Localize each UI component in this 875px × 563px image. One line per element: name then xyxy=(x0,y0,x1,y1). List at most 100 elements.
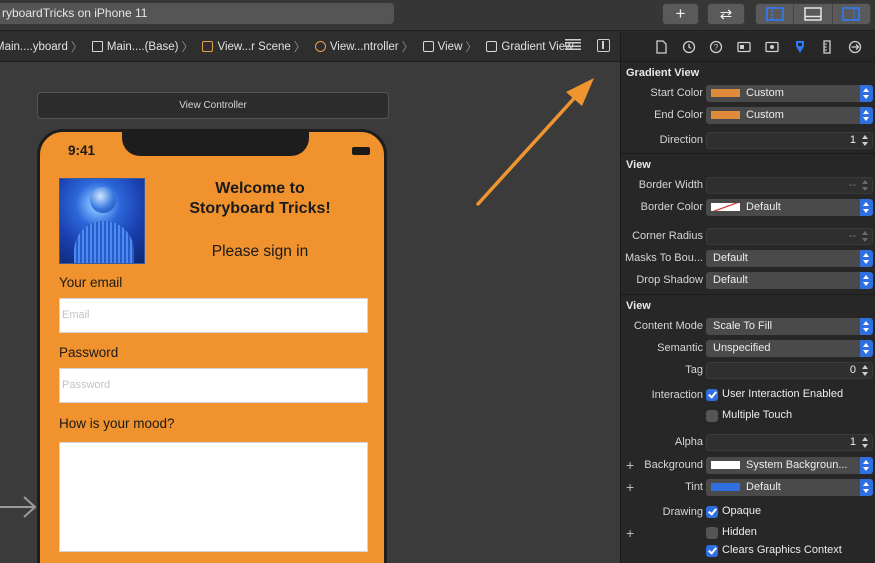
chevron-right-icon: 〉 xyxy=(70,40,83,54)
opaque-checkbox[interactable] xyxy=(706,506,718,518)
semantic-row: Semantic Unspecified xyxy=(621,338,875,360)
direction-value: 1 xyxy=(849,134,856,146)
multiple-touch-checkbox[interactable] xyxy=(706,410,718,422)
inspector-toggle[interactable] xyxy=(833,4,870,24)
navigator-toggle[interactable] xyxy=(756,4,795,24)
plus-icon: + xyxy=(675,4,686,23)
avatar-image[interactable] xyxy=(59,178,145,264)
direction-row: Direction 1 xyxy=(621,127,875,153)
direction-field[interactable]: 1 xyxy=(706,132,873,149)
drawing-row: Drawing Opaque xyxy=(621,499,875,525)
accessibility-inspector-icon[interactable] xyxy=(765,40,779,54)
view-layer-section: View Border Width -- Border Color Defaul… xyxy=(621,154,875,295)
toolbar: ryboardTricks on iPhone 11 + ⇄ xyxy=(0,0,875,31)
tag-field[interactable]: 0 xyxy=(706,362,873,379)
document-outline-icon[interactable] xyxy=(565,39,581,50)
stepper-icon[interactable] xyxy=(862,365,870,376)
tag-label: Tag xyxy=(685,364,703,376)
multiple-touch-label: Multiple Touch xyxy=(722,409,793,421)
masks-popup[interactable]: Default xyxy=(706,250,873,267)
start-color-popup[interactable]: Custom xyxy=(706,85,873,102)
stepper-icon[interactable] xyxy=(862,437,870,448)
border-color-label: Border Color xyxy=(640,201,703,213)
connections-inspector-icon[interactable] xyxy=(848,40,862,54)
masks-label: Masks To Bou... xyxy=(624,252,703,264)
background-popup[interactable]: System Backgroun... xyxy=(706,457,873,474)
email-field[interactable]: Email xyxy=(59,298,368,333)
user-interaction-checkbox[interactable] xyxy=(706,389,718,401)
signin-label[interactable]: Please sign in xyxy=(152,243,368,261)
add-variation-icon[interactable]: + xyxy=(626,525,634,541)
semantic-popup[interactable]: Unspecified xyxy=(706,340,873,357)
clears-context-row: Clears Graphics Context xyxy=(621,543,875,561)
crumb-view[interactable]: View 〉 xyxy=(417,38,477,55)
view-icon xyxy=(422,41,434,52)
clears-context-checkbox[interactable] xyxy=(706,545,718,557)
welcome-title[interactable]: Welcome to Storyboard Tricks! xyxy=(152,179,368,219)
stepper-icon[interactable] xyxy=(862,135,870,146)
crumb-label: View...ntroller xyxy=(329,40,399,53)
tint-popup[interactable]: Default xyxy=(706,479,873,496)
code-review-button[interactable]: ⇄ xyxy=(707,3,745,25)
jump-bar: Main....yboard 〉 Main....(Base) 〉 View...r… xyxy=(0,32,620,62)
debug-area-toggle[interactable] xyxy=(794,4,833,24)
mood-text-view[interactable] xyxy=(59,442,368,552)
background-row: + Background System Backgroun... xyxy=(621,455,875,477)
end-color-popup[interactable]: Custom xyxy=(706,107,873,124)
email-label[interactable]: Your email xyxy=(59,275,122,290)
popup-chevron-icon xyxy=(860,479,873,496)
add-variation-icon[interactable]: + xyxy=(626,479,634,495)
default-color-swatch xyxy=(711,203,740,211)
iphone-scene[interactable]: 9:41 Welcome to Storyboard Tricks! Pleas… xyxy=(37,129,387,563)
alpha-field[interactable]: 1 xyxy=(706,434,873,451)
add-editor-icon[interactable] xyxy=(597,39,610,52)
semantic-value: Unspecified xyxy=(713,342,771,354)
crumb-label: Main....yboard xyxy=(0,40,68,53)
hidden-checkbox[interactable] xyxy=(706,527,718,539)
crumb-view-controller[interactable]: View...ntroller 〉 xyxy=(309,38,414,55)
stepper-icon[interactable] xyxy=(862,231,870,242)
inspector-tabs: ? xyxy=(621,32,875,62)
color-swatch xyxy=(711,461,740,469)
background-label: Background xyxy=(644,459,703,471)
password-label[interactable]: Password xyxy=(59,345,118,360)
swap-arrows-icon: ⇄ xyxy=(719,6,733,23)
stepper-icon[interactable] xyxy=(862,180,870,191)
background-value: System Backgroun... xyxy=(746,459,848,471)
avatar-body xyxy=(74,221,134,263)
alpha-value: 1 xyxy=(849,436,856,448)
editor-layout-segmented xyxy=(755,3,871,25)
storyboard-canvas[interactable]: View Controller 9:41 Welcome to Storyboa… xyxy=(0,62,620,563)
crumb-base[interactable]: Main....(Base) 〉 xyxy=(86,38,193,55)
crumb-scene[interactable]: View...r Scene 〉 xyxy=(196,38,306,55)
corner-radius-row: Corner Radius -- xyxy=(621,219,875,248)
add-variation-icon[interactable]: + xyxy=(626,457,634,473)
scene-title-bar[interactable]: View Controller xyxy=(37,92,389,119)
clears-context-label: Clears Graphics Context xyxy=(722,544,842,556)
attributes-inspector-icon[interactable] xyxy=(793,40,807,54)
popup-chevron-icon xyxy=(860,340,873,357)
drop-shadow-popup[interactable]: Default xyxy=(706,272,873,289)
mood-label[interactable]: How is your mood? xyxy=(59,416,175,431)
direction-label: Direction xyxy=(659,134,703,146)
border-width-field[interactable]: -- xyxy=(706,177,873,194)
crumb-gradient-view[interactable]: Gradient View xyxy=(480,41,573,53)
start-color-row: Start Color Custom xyxy=(621,83,875,105)
password-field[interactable]: Password xyxy=(59,368,368,403)
crumb-storyboard[interactable]: Main....yboard 〉 xyxy=(0,38,83,55)
multiple-touch-row: Multiple Touch xyxy=(621,408,875,426)
size-inspector-icon[interactable] xyxy=(820,39,834,54)
content-mode-popup[interactable]: Scale To Fill xyxy=(706,318,873,335)
quick-help-icon[interactable]: ? xyxy=(709,40,723,54)
drop-shadow-value: Default xyxy=(713,274,748,286)
scheme-selector[interactable]: ryboardTricks on iPhone 11 xyxy=(0,3,394,24)
border-color-popup[interactable]: Default xyxy=(706,199,873,216)
user-interaction-label: User Interaction Enabled xyxy=(722,388,844,400)
file-inspector-icon[interactable] xyxy=(654,39,668,54)
drop-shadow-row: Drop Shadow Default xyxy=(621,270,875,294)
history-inspector-icon[interactable] xyxy=(682,40,696,54)
identity-inspector-icon[interactable] xyxy=(737,40,751,54)
corner-radius-field[interactable]: -- xyxy=(706,228,873,245)
add-library-button[interactable]: + xyxy=(662,3,699,25)
hidden-row: + Hidden xyxy=(621,525,875,543)
